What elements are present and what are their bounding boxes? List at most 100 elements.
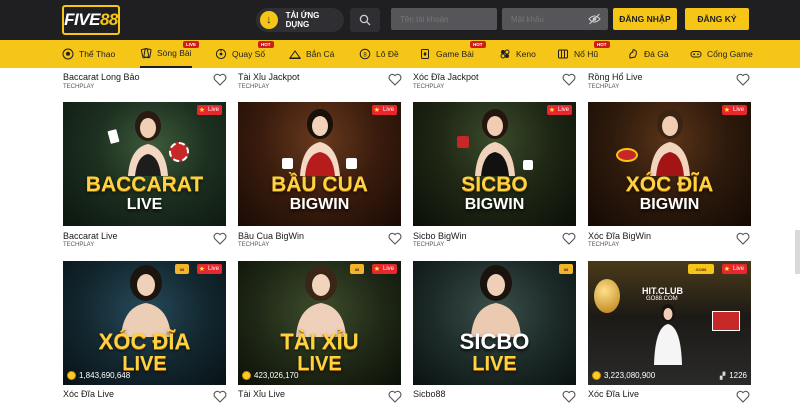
nav-item-fishing[interactable]: Bắn Cá — [289, 40, 334, 68]
game-thumbnail[interactable]: 88 ★ Live XÓC ĐĨA LIVE 1,843,690,648 — [63, 261, 226, 385]
download-app-button[interactable]: ↓ TẢI ỨNG DỤNG — [256, 8, 344, 32]
register-button[interactable]: ĐĂNG KÝ — [685, 8, 749, 30]
jackpot-amount: 423,026,170 — [242, 371, 299, 380]
svg-text:8: 8 — [363, 52, 367, 58]
dice-icon — [457, 136, 469, 148]
favorite-heart-icon[interactable] — [213, 73, 227, 86]
nav-label: Game Bài — [436, 49, 474, 59]
game-title[interactable]: Baccarat Long Bảo — [63, 72, 140, 82]
nav-item-slots[interactable]: Nổ Hũ — [557, 40, 598, 68]
game-title[interactable]: Rồng Hổ Live — [588, 72, 643, 82]
nav-item-keno[interactable]: Keno — [499, 40, 536, 68]
nav-item-card-games[interactable]: Game Bài — [419, 40, 474, 68]
nav-label: Đá Gà — [644, 49, 669, 59]
game-provider: TECHPLAY — [63, 84, 95, 90]
game-title[interactable]: Sicbo88 — [413, 389, 446, 399]
game-provider: TECHPLAY — [63, 242, 95, 248]
lotto-icon: 8 — [359, 48, 371, 60]
chip-icon — [169, 142, 189, 162]
live-badge: ★ Live — [546, 105, 572, 115]
game-title[interactable]: Bầu Cua BigWin — [238, 231, 304, 241]
favorite-heart-icon[interactable] — [562, 232, 576, 245]
gamepad-icon — [690, 51, 702, 58]
star-icon: ★ — [373, 107, 380, 114]
game-title[interactable]: Xóc Đĩa Live — [63, 389, 114, 399]
cards-icon — [140, 48, 152, 59]
nav-item-cockfight[interactable]: Đá Gà — [627, 40, 669, 68]
favorite-heart-icon[interactable] — [736, 232, 750, 245]
search-icon — [359, 14, 371, 26]
players-icon: ▞ — [719, 372, 726, 380]
login-button[interactable]: ĐĂNG NHẬP — [613, 8, 677, 30]
favorite-heart-icon[interactable] — [213, 390, 227, 403]
game-thumbnail[interactable]: 88 SICBO LIVE — [413, 261, 576, 385]
scrollbar-thumb[interactable] — [795, 230, 800, 274]
game-logo-line1: TÀI XỈU — [280, 329, 359, 354]
dealer-image — [650, 109, 690, 176]
dealer-image — [128, 111, 168, 176]
nav-item-game-portal[interactable]: Cổng Game — [690, 40, 753, 68]
hot-tag: HOT — [258, 41, 274, 48]
favorite-heart-icon[interactable] — [736, 73, 750, 86]
game-logo-line1: SICBO — [461, 173, 528, 196]
live-badge: ★ Live — [371, 264, 397, 274]
game-provider: TECHPLAY — [588, 84, 620, 90]
provider-logo-icon: 88 — [559, 264, 573, 274]
game-logo-line1: XÓC ĐĨA — [625, 173, 714, 196]
favorite-heart-icon[interactable] — [388, 232, 402, 245]
game-thumbnail[interactable]: ★ Live BẦU CUA BIGWIN — [238, 102, 401, 226]
jackpot-amount: 3,223,080,900 — [592, 371, 655, 380]
username-input[interactable] — [391, 8, 497, 30]
lottery-icon — [215, 48, 227, 60]
game-title[interactable]: Baccarat Live — [63, 231, 118, 241]
game-thumbnail[interactable]: ★ Live BACCARAT LIVE — [63, 102, 226, 226]
game-thumbnail[interactable]: GO88 ★ Live HIT.CLUB GO88.COM 3,223,080,9… — [588, 261, 751, 385]
nav-item-lotto[interactable]: 8 Lô Đề — [359, 40, 399, 68]
game-title[interactable]: Xóc Đĩa Jackpot — [413, 72, 479, 82]
studio-screen — [712, 311, 740, 331]
studio-sign-line2: GO88.COM — [646, 296, 678, 302]
game-provider: TECHPLAY — [588, 242, 620, 248]
hide-password-icon[interactable] — [588, 13, 601, 25]
game-thumbnail[interactable]: 88 ★ Live TÀI XỈU LIVE 423,026,170 — [238, 261, 401, 385]
star-icon: ★ — [723, 266, 730, 273]
nav-label: Cổng Game — [707, 49, 753, 59]
star-icon: ★ — [373, 266, 380, 273]
favorite-heart-icon[interactable] — [213, 232, 227, 245]
game-title[interactable]: Tài Xỉu Jackpot — [238, 72, 300, 82]
game-title[interactable]: Xóc Đĩa Live — [588, 389, 639, 399]
dealer-image — [475, 109, 515, 176]
rooster-icon — [629, 48, 637, 59]
site-logo[interactable]: FIVE88 — [62, 5, 120, 35]
slot-icon — [558, 49, 568, 59]
player-count: ▞ 1226 — [719, 371, 747, 380]
hot-tag: HOT — [470, 41, 486, 48]
live-badge: ★ Live — [721, 264, 747, 274]
nav-item-sports[interactable]: Thể Thao — [62, 40, 115, 68]
nav-label: Bắn Cá — [306, 49, 335, 59]
favorite-heart-icon[interactable] — [388, 390, 402, 403]
hot-tag: HOT — [594, 41, 610, 48]
game-title[interactable]: Sicbo BigWin — [413, 231, 467, 241]
game-title[interactable]: Xóc Đĩa BigWin — [588, 231, 651, 241]
game-thumbnail[interactable]: ★ Live SICBO BIGWIN — [413, 102, 576, 226]
favorite-heart-icon[interactable] — [388, 73, 402, 86]
nav-label: Quay Số — [232, 49, 266, 59]
top-header: FIVE88 ↓ TẢI ỨNG DỤNG ĐĂNG NHẬP ĐĂNG KÝ — [0, 0, 800, 40]
star-icon: ★ — [198, 266, 205, 273]
keno-icon — [500, 49, 510, 59]
nav-label: Lô Đề — [376, 49, 399, 59]
live-badge: ★ Live — [196, 264, 222, 274]
game-logo-line2: BIGWIN — [639, 196, 700, 213]
game-logo-line2: LIVE — [126, 196, 163, 213]
game-title[interactable]: Tài Xỉu Live — [238, 389, 285, 399]
search-button[interactable] — [350, 8, 380, 32]
coin-icon — [242, 371, 251, 380]
game-logo-line1: XÓC ĐĨA — [98, 329, 191, 354]
game-thumbnail[interactable]: ★ Live XÓC ĐĨA BIGWIN — [588, 102, 751, 226]
favorite-heart-icon[interactable] — [562, 390, 576, 403]
favorite-heart-icon[interactable] — [562, 73, 576, 86]
favorite-heart-icon[interactable] — [736, 390, 750, 403]
dice-icon — [346, 158, 357, 169]
provider-logo-icon: GO88 — [688, 264, 714, 274]
